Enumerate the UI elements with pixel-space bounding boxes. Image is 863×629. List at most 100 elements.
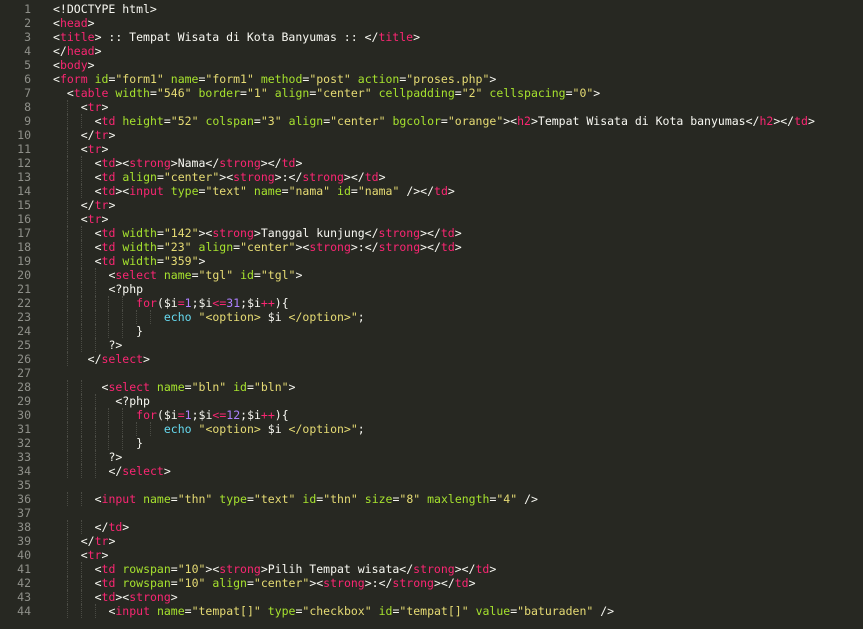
code-token: =	[170, 492, 178, 506]
code-line[interactable]: 16 <tr>	[0, 212, 863, 226]
code-token: <	[94, 590, 102, 604]
code-line[interactable]: 35	[0, 478, 863, 492]
code-line[interactable]: 7 <table width="546" border="1" align="ce…	[0, 86, 863, 100]
code-line[interactable]: 8 <tr>	[0, 100, 863, 114]
indent-guide	[80, 394, 82, 408]
code-line[interactable]: 15 </tr>	[0, 198, 863, 212]
code-line[interactable]: 10 </tr>	[0, 128, 863, 142]
code-line[interactable]: 11 <tr>	[0, 142, 863, 156]
code-token: =	[170, 562, 178, 576]
code-token: >	[87, 58, 95, 72]
code-line[interactable]: 27	[0, 366, 863, 380]
code-token: (	[156, 296, 164, 310]
indent-guide	[66, 450, 68, 464]
code-token: strong	[392, 576, 434, 590]
code-line[interactable]: 25 ?>	[0, 338, 863, 352]
code-line[interactable]: 40 <tr>	[0, 548, 863, 562]
code-line[interactable]: 43 <td><strong>	[0, 590, 863, 604]
code-line[interactable]: 23 echo "<option> $i </option>";	[0, 310, 863, 324]
indent-guide	[94, 268, 96, 282]
line-content: </tr>	[81, 198, 116, 212]
indent-guide	[66, 156, 68, 170]
line-content: <td rowspan="10"><strong>Pilih Tempat wi…	[95, 562, 497, 576]
code-token: >	[170, 590, 178, 604]
line-content: <tr>	[81, 142, 109, 156]
code-line[interactable]: 19 <td width="359">	[0, 254, 863, 268]
code-token: >:</	[350, 240, 379, 254]
code-line[interactable]: 33 ?>	[0, 450, 863, 464]
code-token: </option>"	[281, 310, 358, 324]
code-token: <=	[212, 408, 227, 422]
code-token: name	[156, 380, 185, 394]
code-line[interactable]: 6 <form id="form1" name="form1" method="p…	[0, 72, 863, 86]
code-line[interactable]: 2 <head>	[0, 16, 863, 30]
code-line[interactable]: 18 <td width="23" align="center"><strong>…	[0, 240, 863, 254]
line-number: 39	[17, 534, 31, 548]
code-line[interactable]: 17 <td width="142"><strong>Tanggal kunjun…	[0, 226, 863, 240]
code-token: "orange"	[447, 114, 504, 128]
code-line[interactable]: 38 </td>	[0, 520, 863, 534]
indent-guide	[66, 338, 68, 352]
code-line[interactable]: 28 <select name="bln" id="bln">	[0, 380, 863, 394]
code-token: td	[101, 226, 116, 240]
line-number: 7	[24, 86, 31, 100]
code-token: td	[440, 240, 455, 254]
code-line[interactable]: 37	[0, 506, 863, 520]
code-token: "tgl"	[260, 268, 296, 282]
code-line[interactable]: 5 <body>	[0, 58, 863, 72]
code-line[interactable]: 21 <?php	[0, 282, 863, 296]
code-line[interactable]: 41 <td rowspan="10"><strong>Pilih Tempat …	[0, 562, 863, 576]
code-token: select	[101, 352, 144, 366]
code-token: for	[136, 296, 157, 310]
indent-guide	[122, 422, 124, 436]
code-token: align	[122, 170, 157, 184]
line-content: </select>	[88, 352, 150, 366]
code-line[interactable]: 30 for($i=1;$i<=12;$i++){	[0, 408, 863, 422]
code-token: <	[94, 114, 102, 128]
code-line[interactable]: 22 for($i=1;$i<=31;$i++){	[0, 296, 863, 310]
code-line[interactable]: 20 <select name="tgl" id="tgl">	[0, 268, 863, 282]
code-line[interactable]: 39 </tr>	[0, 534, 863, 548]
code-token: "baturaden"	[517, 604, 594, 618]
indent-guide	[80, 282, 82, 296]
indent-guide	[122, 296, 124, 310]
code-token: strong	[323, 576, 365, 590]
code-token: bgcolor	[392, 114, 441, 128]
code-line[interactable]: 9 <td height="52" colspan="3" align="cent…	[0, 114, 863, 128]
line-number: 4	[24, 44, 31, 58]
code-token: "thn"	[177, 492, 213, 506]
indent-guide	[80, 576, 82, 590]
line-number: 11	[17, 142, 31, 156]
code-line[interactable]: 32}	[0, 436, 863, 450]
code-token: </	[80, 198, 95, 212]
code-editor[interactable]: 1 <!DOCTYPE html> 2 <head> 3 <title> :: Tempa…	[0, 0, 863, 629]
code-line[interactable]: 36 <input name="thn" type="text" id="thn"…	[0, 492, 863, 506]
code-line[interactable]: 4 </head>	[0, 44, 863, 58]
code-token: action	[357, 72, 400, 86]
code-line[interactable]: 31 echo "<option> $i </option>";	[0, 422, 863, 436]
code-line[interactable]: 3 <title> :: Tempat Wisata di Kota Banyum…	[0, 30, 863, 44]
code-token: >	[295, 268, 303, 282]
code-line[interactable]: 26 </select>	[0, 352, 863, 366]
code-token: >	[101, 212, 109, 226]
code-line[interactable]: 42 <td rowspan="10" align="center"><stron…	[0, 576, 863, 590]
code-line[interactable]: 44 <input name="tempat[]" type="checkbox"…	[0, 604, 863, 618]
code-line[interactable]: 14 <td><input type="text" name="nama" id=…	[0, 184, 863, 198]
line-number: 17	[17, 226, 31, 240]
code-line[interactable]: 34 </select>	[0, 464, 863, 478]
code-line[interactable]: 13 <td align="center"><strong>:</strong><…	[0, 170, 863, 184]
code-area[interactable]: 1 <!DOCTYPE html> 2 <head> 3 <title> :: Tempa…	[0, 2, 863, 618]
code-line[interactable]: 24}	[0, 324, 863, 338]
line-content: <!DOCTYPE html>	[53, 2, 157, 16]
indent-guide	[66, 268, 68, 282]
code-line[interactable]: 29 <?php	[0, 394, 863, 408]
code-line[interactable]: 1 <!DOCTYPE html>	[0, 2, 863, 16]
line-content: <td width="359">	[95, 254, 206, 268]
line-number: 28	[17, 380, 31, 394]
code-token: >	[108, 198, 116, 212]
code-line[interactable]: 12 <td><strong>Nama</strong></td>	[0, 156, 863, 170]
indent-guide	[94, 310, 96, 324]
